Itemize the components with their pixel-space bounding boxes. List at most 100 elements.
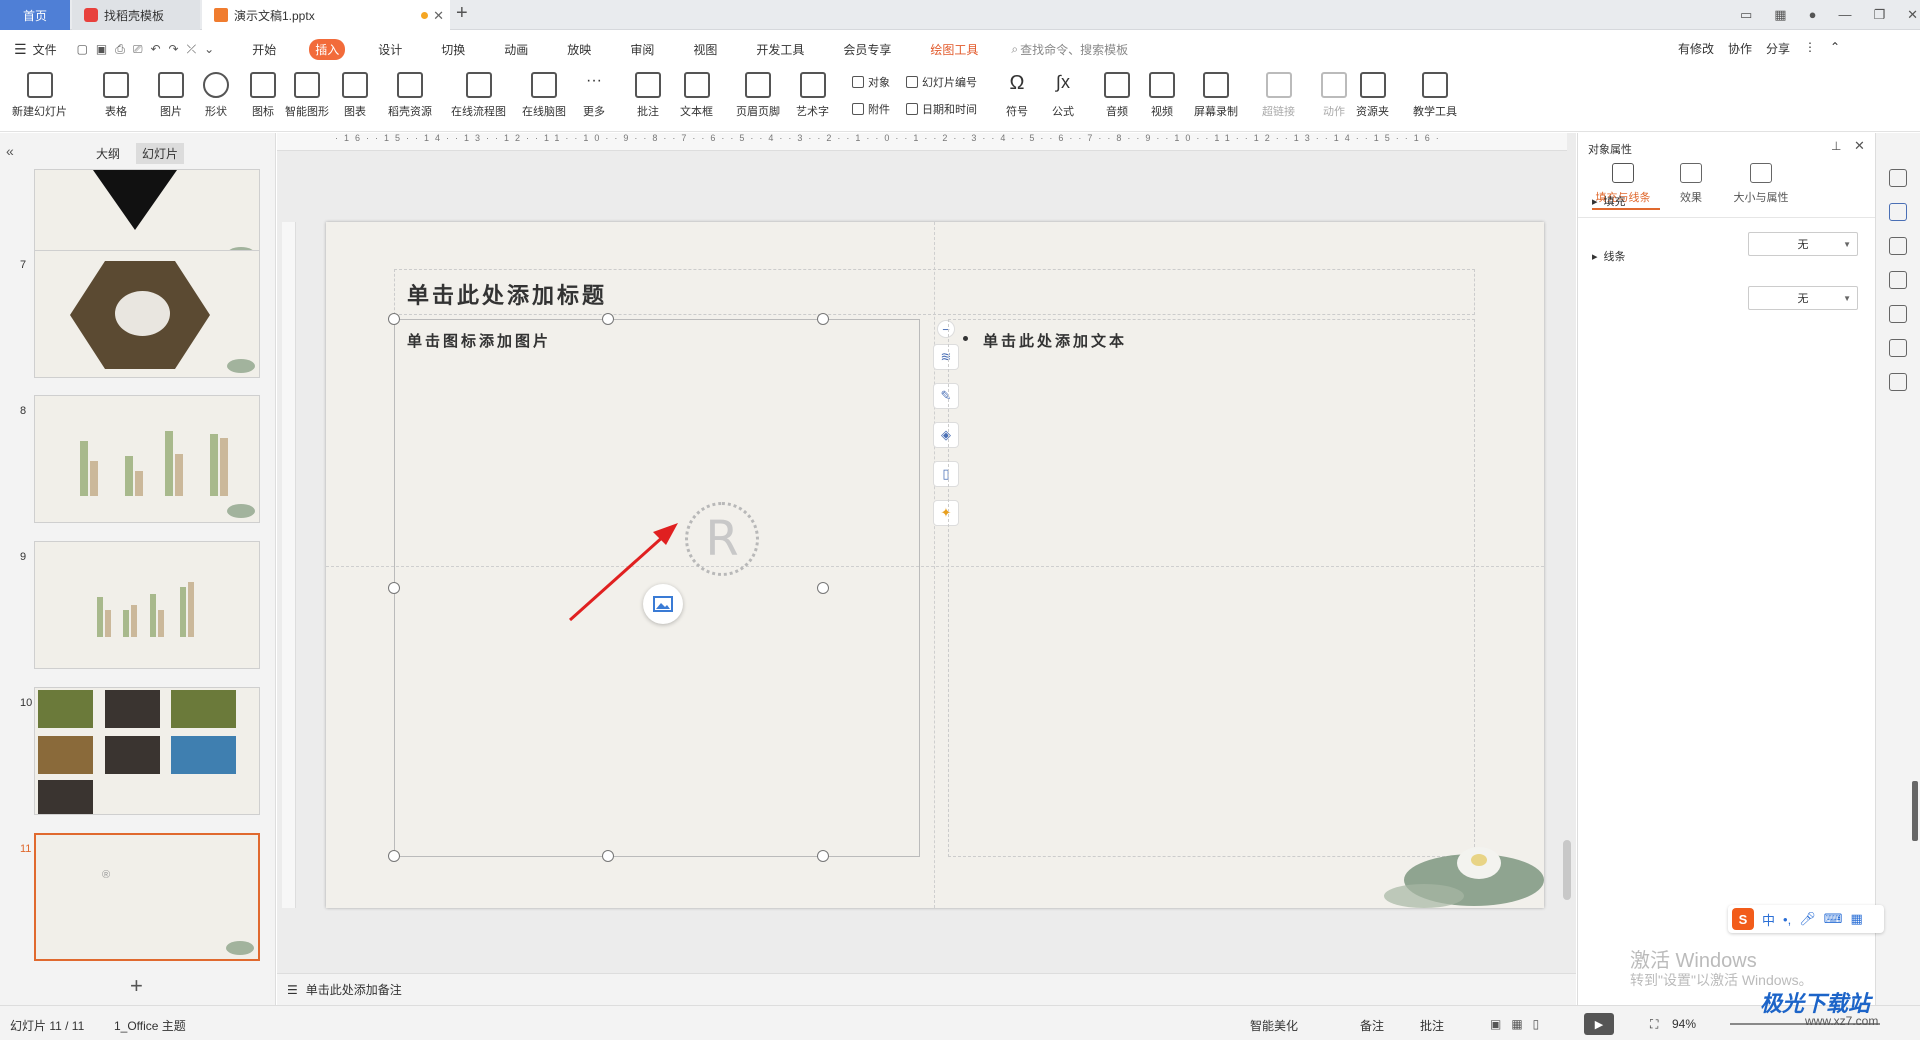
fit-window-icon[interactable]: ⛶	[1650, 1017, 1658, 1032]
smart-shape-button[interactable]: 智能图形	[285, 72, 329, 119]
icon-button[interactable]: 图标	[250, 72, 276, 119]
close-tab-icon[interactable]: ✕	[433, 8, 444, 24]
online-mindmap-button[interactable]: 在线脑图	[522, 72, 566, 119]
zoom-level[interactable]: 94%	[1672, 1017, 1696, 1031]
action-button[interactable]: 动作	[1321, 72, 1347, 119]
comment-button[interactable]: 批注	[635, 72, 661, 119]
object-button[interactable]: 对象	[852, 74, 890, 90]
apps-grid-icon[interactable]: ▦	[1774, 7, 1786, 23]
pin-icon[interactable]: ⊥	[1831, 139, 1841, 153]
resource-folder-button[interactable]: 资源夹	[1356, 72, 1389, 119]
add-slide-button[interactable]: +	[130, 973, 143, 999]
location-icon[interactable]	[1889, 339, 1907, 357]
header-footer-button[interactable]: 页眉页脚	[736, 72, 780, 119]
slide-thumbnail-9[interactable]	[34, 541, 260, 669]
resize-handle[interactable]	[817, 313, 829, 325]
slide-thumbnail-10[interactable]	[34, 687, 260, 815]
resize-handle[interactable]	[602, 313, 614, 325]
menu-view[interactable]: 视图	[687, 39, 723, 60]
more-menu-icon[interactable]: ⋮	[1804, 40, 1816, 57]
collapse-ribbon-icon[interactable]: ⌃	[1830, 40, 1840, 57]
minimize-icon[interactable]: —	[1838, 7, 1851, 23]
star-icon[interactable]	[1889, 237, 1907, 255]
book-icon[interactable]	[1889, 373, 1907, 391]
add-tab-icon[interactable]: +	[456, 2, 468, 25]
formula-button[interactable]: ∫x 公式	[1050, 72, 1076, 119]
chart-button[interactable]: 图表	[342, 72, 368, 119]
line-select[interactable]: 无 ▼	[1748, 286, 1858, 310]
menu-animation[interactable]: 动画	[498, 39, 534, 60]
attachment-button[interactable]: 附件	[852, 101, 890, 117]
close-window-icon[interactable]: ✕	[1907, 7, 1918, 23]
smart-beautify-button[interactable]: 智能美化	[1250, 1017, 1298, 1034]
symbol-button[interactable]: Ω 符号	[1004, 72, 1030, 119]
menu-slideshow[interactable]: 放映	[561, 39, 597, 60]
table-button[interactable]: 表格	[103, 72, 129, 119]
image-tool-icon[interactable]	[1889, 305, 1907, 323]
docer-resources-button[interactable]: 稻壳资源	[388, 72, 432, 119]
rocket-icon[interactable]	[1889, 169, 1907, 187]
teaching-tools-button[interactable]: 教学工具	[1413, 72, 1457, 119]
fill-section-toggle[interactable]: ▸ 填充	[1592, 193, 1626, 209]
fill-select[interactable]: 无 ▼	[1748, 232, 1858, 256]
online-flowchart-button[interactable]: 在线流程图	[451, 72, 506, 119]
copy-icon[interactable]	[1889, 271, 1907, 289]
wordart-button[interactable]: 艺术字	[796, 72, 829, 119]
has-changes-button[interactable]: 有修改	[1678, 40, 1714, 57]
tab-outline[interactable]: 大纲	[90, 143, 126, 164]
slide-number-button[interactable]: 幻灯片编号	[906, 74, 977, 90]
notes-bar[interactable]: ☰ 单击此处添加备注	[277, 973, 1576, 1005]
ime-toolbar[interactable]: S 中 •, 🎤︎ ⌨ ▦	[1728, 905, 1884, 933]
quick-access-icons[interactable]: ▢▣⎙⎚↶↷⤫⌄	[77, 42, 223, 57]
resize-handle[interactable]	[388, 313, 400, 325]
tab-templates[interactable]: 找稻壳模板	[72, 0, 200, 30]
tab-home[interactable]: 首页	[0, 0, 70, 30]
tab-effects[interactable]: 效果	[1656, 163, 1726, 205]
layout-icon[interactable]: ▭	[1740, 7, 1752, 23]
menu-file[interactable]: 文件	[33, 41, 57, 58]
slide-thumbnail-8[interactable]	[34, 395, 260, 523]
side-scroll-handle[interactable]	[1912, 781, 1918, 841]
resize-handle[interactable]	[817, 582, 829, 594]
search-input[interactable]: 查找命令、搜索模板	[1020, 41, 1128, 58]
tab-slides[interactable]: 幻灯片	[136, 143, 185, 164]
picture-placeholder[interactable]: 单击图标添加图片 R	[388, 313, 920, 862]
notes-toggle-button[interactable]: 备注	[1360, 1017, 1384, 1034]
vertical-scrollbar[interactable]	[1563, 840, 1571, 900]
slide-canvas[interactable]: 单击此处添加标题 单击图标添加图片 R − ≋ ✎ ◈ ▯ ✦ 单击此处添加文本	[326, 222, 1544, 908]
slide-thumbnail-11[interactable]: ®	[34, 833, 260, 961]
theme-name[interactable]: 1_Office 主题	[114, 1017, 186, 1034]
resize-handle[interactable]	[602, 850, 614, 862]
menu-insert[interactable]: 插入	[309, 38, 346, 60]
close-panel-icon[interactable]: ✕	[1854, 138, 1865, 154]
slide-thumbnail-7[interactable]	[34, 250, 260, 378]
resize-handle[interactable]	[388, 582, 400, 594]
menu-drawing-tools[interactable]: 绘图工具	[924, 39, 984, 60]
shape-button[interactable]: 形状	[203, 72, 229, 119]
menu-transition[interactable]: 切换	[435, 39, 471, 60]
insert-image-button[interactable]	[643, 584, 683, 624]
menu-developer[interactable]: 开发工具	[750, 39, 810, 60]
tab-size-properties[interactable]: 大小与属性	[1726, 163, 1796, 205]
hyperlink-button[interactable]: 超链接	[1262, 72, 1295, 119]
textbox-button[interactable]: 文本框	[680, 72, 713, 119]
menu-member[interactable]: 会员专享	[837, 39, 897, 60]
new-slide-button[interactable]: 新建幻灯片	[12, 72, 67, 119]
avatar[interactable]: ●	[1809, 7, 1817, 23]
menu-design[interactable]: 设计	[372, 39, 408, 60]
properties-icon[interactable]	[1889, 203, 1907, 221]
text-placeholder[interactable]: 单击此处添加文本	[948, 319, 1475, 857]
resize-handle[interactable]	[388, 850, 400, 862]
date-time-button[interactable]: 日期和时间	[906, 101, 977, 117]
hamburger-icon[interactable]: ☰	[14, 41, 27, 58]
resize-handle[interactable]	[817, 850, 829, 862]
picture-button[interactable]: 图片	[158, 72, 184, 119]
menu-review[interactable]: 审阅	[624, 39, 660, 60]
view-mode-icons[interactable]: ▣▦▯	[1490, 1017, 1549, 1031]
play-slideshow-button[interactable]: ▶	[1584, 1013, 1614, 1035]
collaborate-button[interactable]: 协作	[1728, 40, 1752, 57]
menu-start[interactable]: 开始	[246, 39, 282, 60]
audio-button[interactable]: 音频	[1104, 72, 1130, 119]
collapse-panel-icon[interactable]: «	[6, 143, 14, 159]
screen-record-button[interactable]: 屏幕录制	[1194, 72, 1238, 119]
